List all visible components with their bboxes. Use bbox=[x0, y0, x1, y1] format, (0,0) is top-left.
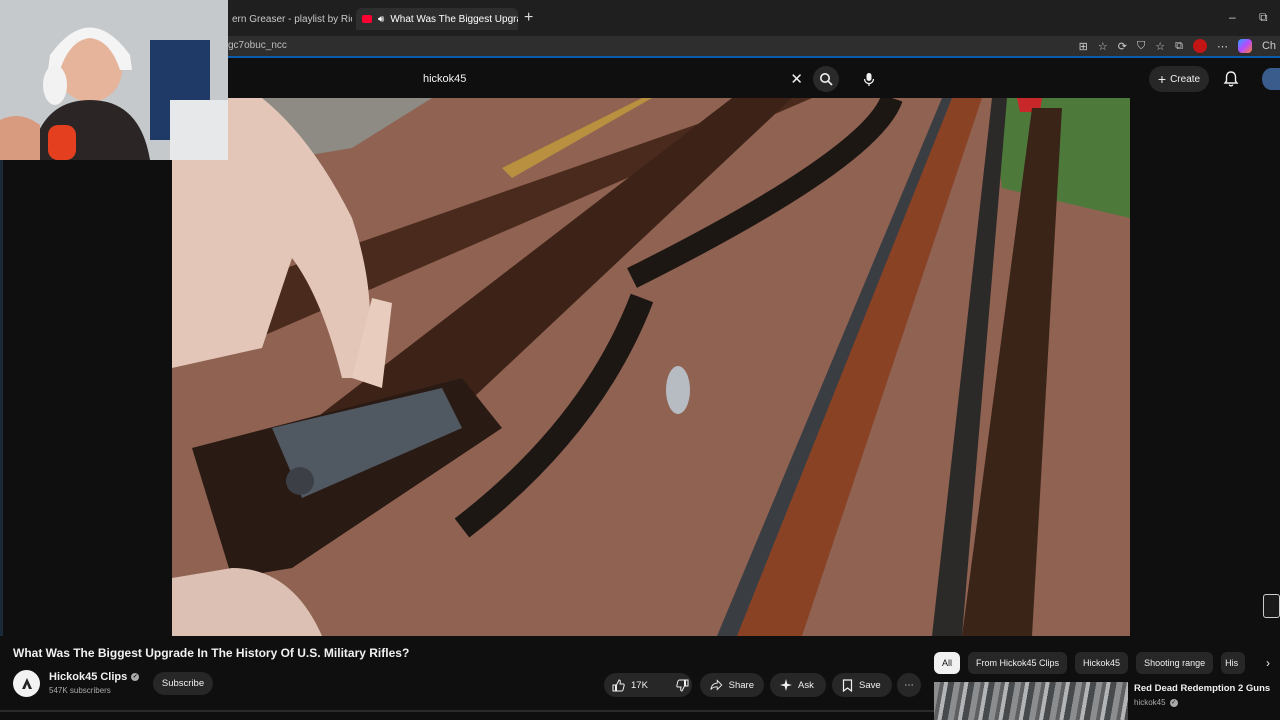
ask-button[interactable]: Ask bbox=[770, 673, 826, 697]
share-arrow-icon bbox=[710, 679, 723, 691]
collections-icon[interactable]: ⧉ bbox=[1175, 40, 1183, 53]
create-label: Create bbox=[1170, 73, 1201, 85]
search-query: hickok45 bbox=[423, 73, 467, 85]
more-horizontal-icon: ⋯ bbox=[904, 679, 914, 691]
chat-label-icon[interactable]: Ch bbox=[1262, 40, 1276, 52]
channel-name[interactable]: Hickok45 Clips bbox=[49, 671, 127, 683]
minimize-button[interactable]: – bbox=[1229, 10, 1236, 24]
clear-search-icon[interactable]: ✕ bbox=[790, 70, 803, 88]
webcam-overlay bbox=[0, 0, 228, 160]
sparkle-icon bbox=[780, 679, 792, 691]
ask-label: Ask bbox=[798, 679, 814, 691]
share-label: Share bbox=[728, 679, 754, 691]
search-button[interactable] bbox=[813, 66, 839, 92]
toolbar-icons: ⊞ ☆ ⟳ ⛉ ☆ ⧉ ⋯ Ch bbox=[1079, 39, 1280, 53]
thumbs-up-icon bbox=[612, 678, 625, 691]
webcam-feed bbox=[0, 0, 228, 160]
tab-playlist[interactable]: ern Greaser - playlist by Rich ✕ bbox=[226, 8, 352, 30]
like-dislike-group: 17K bbox=[604, 673, 692, 697]
channel-logo-icon bbox=[21, 677, 32, 689]
chip-history[interactable]: His bbox=[1221, 652, 1246, 674]
verified-icon: ✓ bbox=[1169, 698, 1178, 707]
recommendation-channel-row[interactable]: hickok45 ✓ bbox=[1134, 698, 1178, 707]
video-player[interactable] bbox=[172, 98, 1130, 636]
like-count: 17K bbox=[631, 679, 648, 691]
plus-icon: + bbox=[1157, 71, 1167, 87]
chip-all[interactable]: All bbox=[934, 652, 961, 674]
recommendation-channel: hickok45 bbox=[1134, 698, 1166, 707]
create-button[interactable]: + Create bbox=[1149, 66, 1209, 92]
search-icon bbox=[820, 73, 833, 86]
app-icon[interactable]: ⊞ bbox=[1079, 40, 1088, 53]
channel-name-row[interactable]: Hickok45 Clips ✓ bbox=[49, 671, 140, 683]
subscriber-count: 547K subscribers bbox=[49, 686, 111, 695]
menu-icon[interactable]: ⋯ bbox=[1217, 40, 1228, 53]
restore-button[interactable]: ⧉ bbox=[1259, 10, 1268, 25]
divider bbox=[0, 710, 934, 712]
record-icon[interactable] bbox=[1192, 39, 1207, 53]
account-avatar[interactable] bbox=[1262, 68, 1280, 90]
recommendation-thumbnail[interactable] bbox=[934, 682, 1128, 720]
recommendation-chips: All From Hickok45 Clips Hickok45 Shootin… bbox=[934, 652, 1246, 674]
chip-from-channel[interactable]: From Hickok45 Clips bbox=[968, 652, 1068, 674]
chip-shooting-range[interactable]: Shooting range bbox=[1136, 652, 1214, 674]
youtube-favicon-icon bbox=[362, 15, 372, 23]
feedback-icon[interactable] bbox=[1263, 594, 1280, 618]
speaker-icon[interactable]: 🔊︎ bbox=[378, 14, 384, 25]
extension-icon[interactable]: ⟳ bbox=[1118, 40, 1127, 53]
url-field[interactable]: gc7obuc_ncc bbox=[228, 40, 287, 51]
video-frame bbox=[172, 98, 1130, 636]
new-tab-button[interactable]: + bbox=[524, 9, 533, 27]
thumbs-down-icon bbox=[676, 679, 689, 692]
left-edge-strip bbox=[0, 160, 3, 636]
share-button[interactable]: Share bbox=[700, 673, 764, 697]
video-title: What Was The Biggest Upgrade In The Hist… bbox=[13, 646, 410, 660]
voice-search-button[interactable] bbox=[856, 66, 882, 92]
verified-icon: ✓ bbox=[131, 673, 140, 682]
shield-icon[interactable]: ⛉ bbox=[1137, 40, 1145, 53]
tab-label: What Was The Biggest Upgra bbox=[390, 13, 518, 25]
copilot-icon[interactable] bbox=[1237, 39, 1252, 53]
chip-hickok45[interactable]: Hickok45 bbox=[1075, 652, 1129, 674]
notifications-bell-icon[interactable] bbox=[1223, 70, 1239, 88]
channel-avatar[interactable] bbox=[13, 670, 40, 697]
chevron-right-icon[interactable]: › bbox=[1266, 656, 1270, 670]
like-button[interactable]: 17K bbox=[604, 673, 656, 697]
favorites-icon[interactable]: ☆ bbox=[1155, 40, 1165, 53]
microphone-icon bbox=[863, 72, 875, 86]
subscribe-button[interactable]: Subscribe bbox=[153, 672, 213, 695]
save-button[interactable]: Save bbox=[832, 673, 892, 697]
save-label: Save bbox=[859, 679, 881, 691]
search-input[interactable]: hickok45 ✕ bbox=[413, 64, 811, 94]
tab-label: ern Greaser - playlist by Rich bbox=[232, 13, 352, 25]
tab-current-video[interactable]: 🔊︎ What Was The Biggest Upgra ✕ bbox=[356, 8, 518, 30]
more-actions-button[interactable]: ⋯ bbox=[897, 673, 921, 697]
bookmark-icon bbox=[842, 678, 853, 692]
dislike-button[interactable] bbox=[668, 673, 697, 697]
star-icon[interactable]: ☆ bbox=[1098, 40, 1108, 53]
recommendation-title[interactable]: Red Dead Redemption 2 Guns bbox=[1134, 683, 1270, 694]
